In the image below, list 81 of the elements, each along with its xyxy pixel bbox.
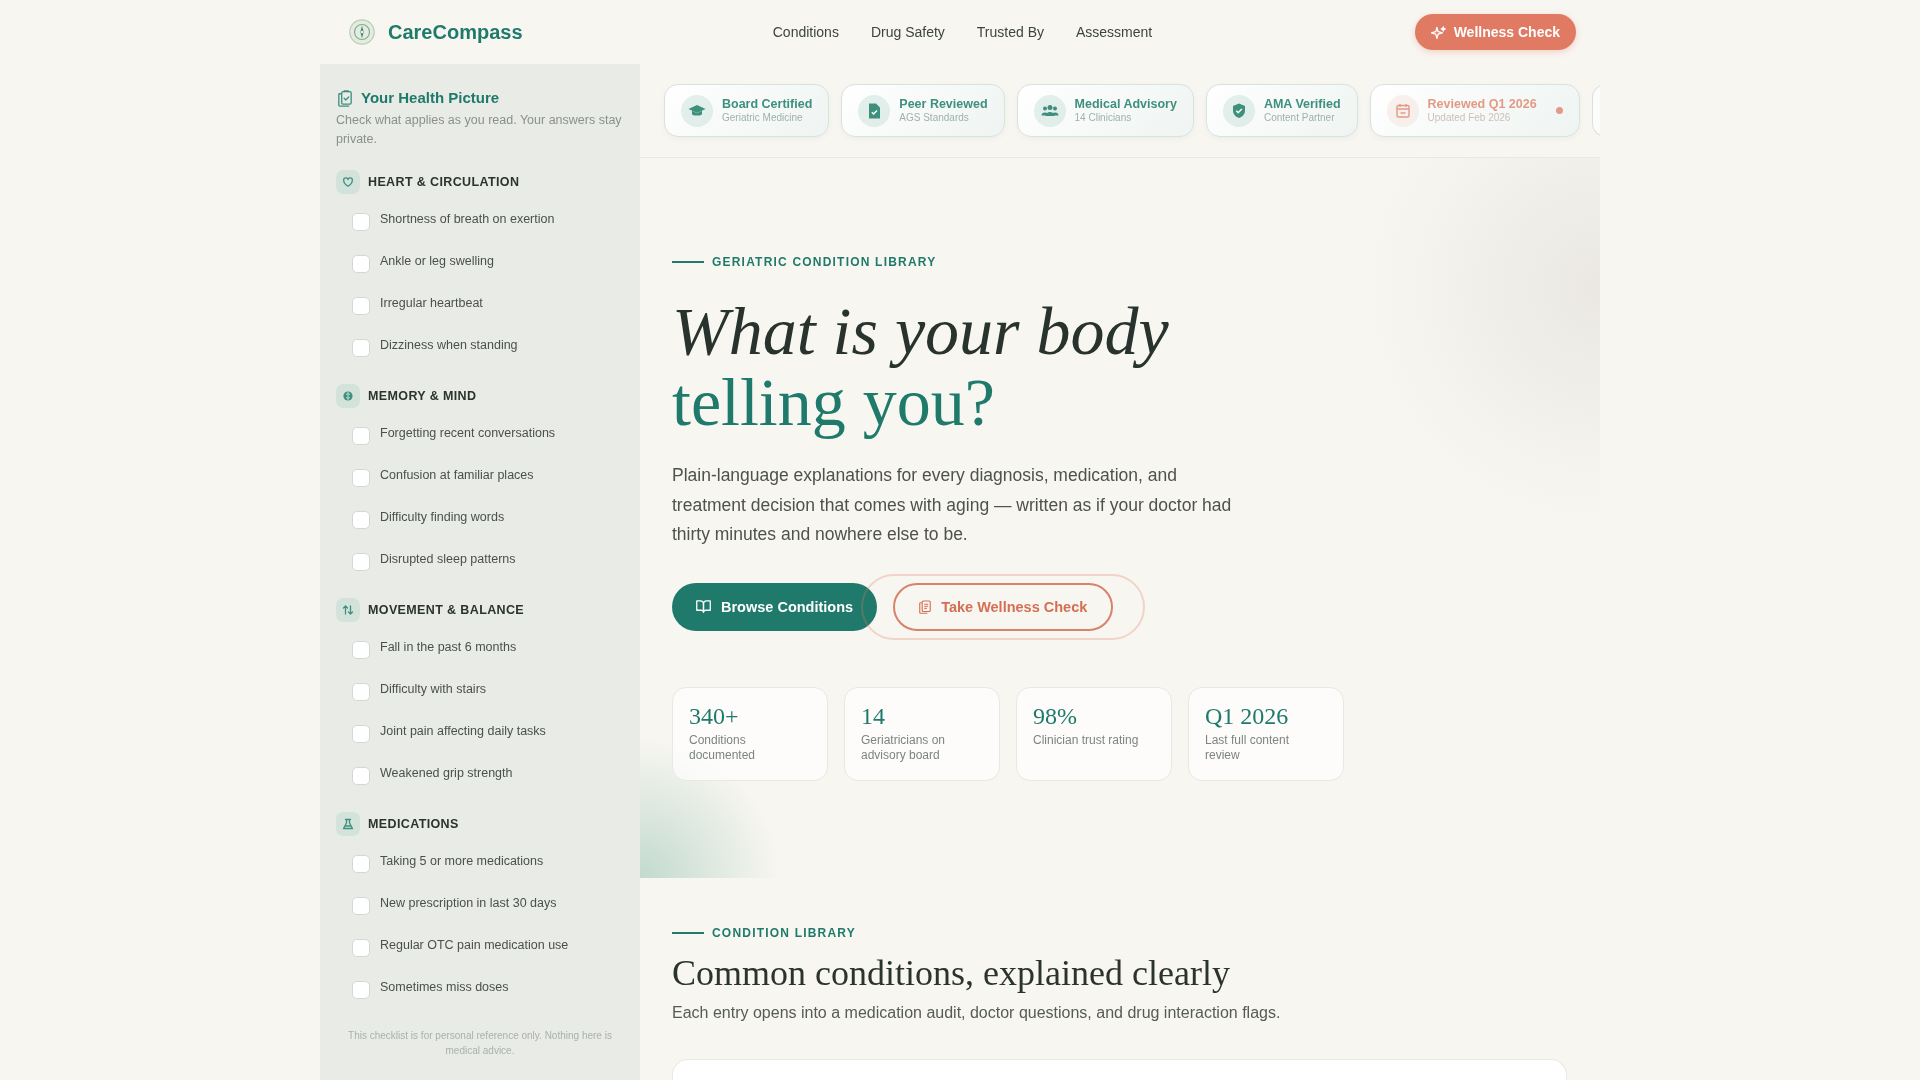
checklist-item-label[interactable]: Weakened grip strength — [380, 764, 513, 782]
badge-subtitle: 14 Clinicians — [1074, 112, 1133, 124]
checklist-item-label[interactable]: Sometimes miss doses — [380, 978, 509, 996]
badge-title: Peer Reviewed — [899, 97, 988, 112]
stat-value: 14 — [861, 701, 885, 731]
checkbox[interactable] — [352, 939, 370, 957]
checkbox[interactable] — [352, 981, 370, 999]
checkbox[interactable] — [352, 897, 370, 915]
checklist-item-label[interactable]: Disrupted sleep patterns — [380, 550, 516, 568]
checklist-item-label[interactable]: New prescription in last 30 days — [380, 894, 557, 912]
graduation-cap-icon — [681, 94, 713, 127]
checklist-description: Check what applies as you read. Your answers stay private. — [336, 112, 623, 148]
checklist-item-label[interactable]: Taking 5 or more medications — [380, 852, 544, 870]
badge-title: Reviewed Q1 2026 — [1427, 97, 1537, 112]
section-heading: MEDICATIONS — [368, 816, 459, 832]
checkbox[interactable] — [352, 725, 370, 743]
checklist-item-label[interactable]: Fall in the past 6 months — [380, 638, 517, 656]
checklist-item-label[interactable]: Regular OTC pain medication use — [380, 936, 569, 954]
brand-name[interactable]: CareCompass — [388, 20, 523, 44]
nav-link[interactable]: Drug Safety — [870, 22, 945, 42]
flask-icon — [336, 812, 360, 836]
people-group-icon — [1033, 94, 1066, 127]
section-eyebrow: CONDITION LIBRARY — [712, 925, 856, 941]
section-heading: HEART & CIRCULATION — [368, 174, 520, 190]
checklist-item-label[interactable]: Shortness of breath on exertion — [380, 210, 555, 228]
clipboard-icon — [919, 599, 932, 614]
checklist-item-label[interactable]: Irregular heartbeat — [380, 294, 483, 312]
checkbox[interactable] — [352, 213, 370, 231]
checkbox[interactable] — [352, 683, 370, 701]
stat-label: Geriatricians on advisory board — [861, 732, 947, 763]
badge-subtitle: Content Partner — [1263, 112, 1336, 124]
browse-conditions-button[interactable]: Browse Conditions — [672, 582, 878, 631]
nav-link[interactable]: Trusted By — [976, 22, 1044, 42]
stat-value: 340+ — [689, 701, 739, 731]
stat-value: Q1 2026 — [1205, 701, 1289, 731]
calendar-icon — [1386, 94, 1419, 127]
badge-subtitle: Updated Feb 2026 — [1427, 112, 1512, 124]
checkbox[interactable] — [352, 553, 370, 571]
badge-title: AMA Verified — [1263, 97, 1341, 112]
shield-check-icon — [1222, 94, 1255, 127]
checklist-item-label[interactable]: Dizziness when standing — [380, 336, 518, 354]
compass-logo-icon[interactable] — [349, 19, 375, 45]
document-check-icon — [858, 94, 891, 127]
book-icon — [696, 600, 711, 613]
badge-subtitle: AGS Standards — [899, 112, 970, 124]
checklist-item-label[interactable]: Difficulty finding words — [380, 508, 505, 526]
section-heading: MEMORY & MIND — [368, 388, 477, 404]
checkbox[interactable] — [352, 855, 370, 873]
section-heading: MOVEMENT & BALANCE — [368, 602, 525, 618]
section-description: Each entry opens into a medication audit, doctor questions, and drug interaction flags. — [672, 1003, 1282, 1023]
checkbox[interactable] — [352, 641, 370, 659]
checklist-item-label[interactable]: Confusion at familiar places — [380, 466, 534, 484]
nav-link[interactable]: Conditions — [772, 22, 839, 42]
badge-title: Medical Advisory — [1074, 97, 1177, 112]
stat-label: Conditions documented — [689, 732, 757, 763]
clipboard-check-icon — [338, 89, 352, 107]
badge-title: Board Certified — [722, 97, 813, 112]
brain-icon — [336, 384, 360, 408]
checkbox[interactable] — [352, 767, 370, 785]
checkbox[interactable] — [352, 297, 370, 315]
stat-label: Clinician trust rating — [1033, 732, 1140, 748]
stat-value: 98% — [1033, 701, 1077, 731]
up-down-arrows-icon — [336, 598, 360, 622]
hero-description: Plain-language explanations for every diagnosis, medication, and treatment decision that comes with aging — written as if your doctor had thirty minutes and nowhere else to be. — [672, 464, 1233, 546]
checklist-title: Your Health Picture — [361, 88, 500, 108]
checkbox[interactable] — [352, 427, 370, 445]
checklist-item-label[interactable]: Ankle or leg swelling — [380, 252, 494, 270]
hero-headline: What is your body telling you? — [672, 296, 1170, 438]
checkbox[interactable] — [352, 511, 370, 529]
stat-label: Last full content review — [1205, 732, 1291, 763]
checkbox[interactable] — [352, 469, 370, 487]
sparkle-icon — [1430, 25, 1446, 39]
checklist-item-label[interactable]: Difficulty with stairs — [380, 680, 487, 698]
nav-link[interactable]: Assessment — [1076, 22, 1153, 42]
section-eyebrow: GERIATRIC CONDITION LIBRARY — [712, 254, 937, 270]
checklist-item-label[interactable]: Joint pain affecting daily tasks — [380, 722, 546, 740]
section-title: Common conditions, explained clearly — [672, 952, 1231, 995]
badge-subtitle: Geriatric Medicine — [722, 112, 804, 124]
checklist-item-label[interactable]: Forgetting recent conversations — [380, 424, 556, 442]
checkbox[interactable] — [352, 339, 370, 357]
checkbox[interactable] — [352, 255, 370, 273]
